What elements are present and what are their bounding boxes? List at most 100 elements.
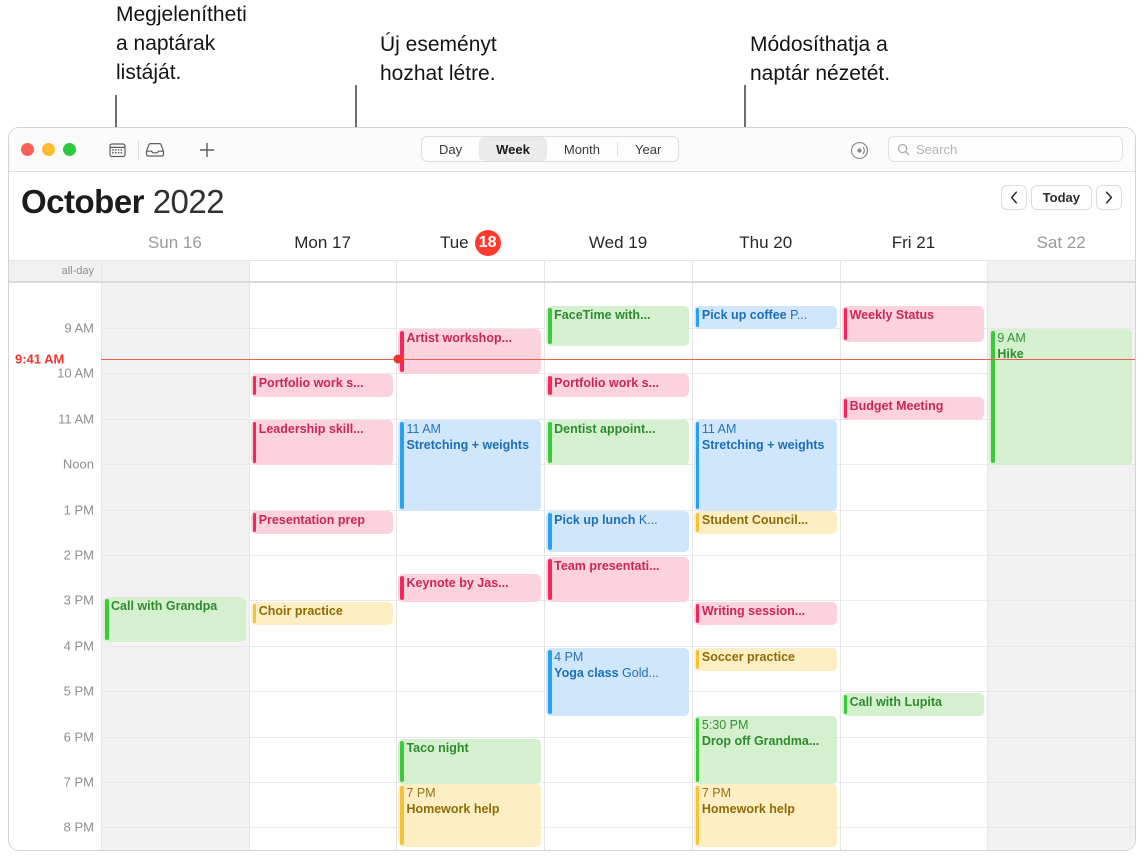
calendar-event[interactable]: Artist workshop... — [398, 329, 542, 374]
day-header-tue[interactable]: Tue 18 — [396, 226, 544, 260]
calendar-event[interactable]: FaceTime with... — [546, 306, 689, 346]
header-gutter — [9, 226, 101, 260]
hour-gridline — [102, 782, 249, 783]
event-color-bar — [548, 422, 552, 463]
event-color-bar — [695, 786, 700, 845]
close-button[interactable] — [21, 143, 34, 156]
all-day-cell-wed[interactable] — [544, 261, 692, 281]
add-event-button[interactable] — [196, 139, 218, 161]
time-grid[interactable]: 9 AM 10 AM 11 AM Noon 1 PM 2 PM 3 PM 4 PM 5 PM 6 … — [9, 283, 1135, 850]
window-controls — [21, 143, 76, 156]
day-header-mon[interactable]: Mon 17 — [249, 226, 397, 260]
hour-gridline — [102, 509, 249, 511]
hour-label: 8 PM — [63, 819, 94, 835]
airplay-icon[interactable] — [847, 138, 871, 162]
event-title: Student Council... — [701, 513, 809, 527]
calendar-event[interactable]: Team presentati... — [546, 557, 689, 602]
current-time-label: 9:41 AM — [15, 351, 65, 367]
month-label: October — [21, 183, 145, 220]
event-title: Portfolio work s... — [258, 376, 364, 390]
calendar-event[interactable]: Pick up coffee P... — [693, 306, 837, 329]
all-day-label: all-day — [9, 261, 101, 281]
day-header-sun[interactable]: Sun 16 — [101, 226, 249, 260]
hour-gridline — [102, 736, 249, 738]
hour-label: 1 PM — [63, 502, 94, 518]
current-time-dot — [393, 354, 403, 364]
event-title: Keynote by Jas... — [406, 576, 509, 590]
view-tab-week[interactable]: Week — [479, 137, 547, 161]
day-header-wed[interactable]: Wed 19 — [544, 226, 692, 260]
calendar-event[interactable]: Leadership skill... — [250, 420, 394, 465]
hour-gridline — [249, 782, 397, 783]
calendar-event[interactable]: Student Council... — [693, 511, 837, 534]
all-day-cell-fri[interactable] — [839, 261, 988, 281]
all-day-cell-thu[interactable] — [691, 261, 840, 281]
event-title: Artist workshop... — [406, 331, 513, 345]
hour-gridline — [545, 645, 692, 647]
calendar-event[interactable]: Call with Grandpa — [103, 597, 246, 642]
calendar-event[interactable]: Budget Meeting — [841, 397, 985, 420]
view-segmented-control[interactable]: Day Week Month Year — [421, 136, 680, 162]
calendar-event[interactable]: 4 PM Yoga class Gold... — [546, 648, 689, 716]
event-title: Stretching + weights — [701, 437, 825, 452]
day-header-label: Wed 19 — [588, 233, 648, 252]
day-header-name: Tue — [439, 233, 469, 252]
event-time: 9 AM — [997, 331, 1026, 345]
next-week-button[interactable] — [1096, 185, 1122, 210]
view-tab-month[interactable]: Month — [547, 137, 617, 161]
previous-week-button[interactable] — [1000, 185, 1027, 210]
minimize-button[interactable] — [42, 143, 55, 156]
inbox-icon[interactable] — [144, 139, 166, 161]
calendar-event[interactable]: Presentation prep — [250, 511, 394, 534]
day-header-fri[interactable]: Fri 21 — [840, 226, 988, 260]
day-column-tue[interactable]: Artist workshop... 11 AM Stretching + weig… — [396, 283, 545, 850]
day-column-thu[interactable]: Pick up coffee P... 11 AM Stretching + wei… — [691, 283, 840, 850]
hour-gridline — [102, 328, 249, 329]
calendar-list-icon[interactable] — [106, 139, 128, 161]
event-color-bar — [252, 513, 257, 532]
calendar-event[interactable]: 7 PM Homework help — [693, 784, 837, 847]
day-column-sun[interactable]: Call with Grandpa — [101, 283, 249, 850]
view-tab-day[interactable]: Day — [422, 137, 479, 161]
calendar-event[interactable]: Pick up lunch K... — [546, 511, 689, 552]
callout-new-event: Új eseményt hozhat létre. — [380, 33, 497, 85]
calendar-event[interactable]: Writing session... — [693, 602, 837, 625]
toolbar-divider — [138, 141, 139, 159]
search-field[interactable]: Search — [888, 136, 1123, 162]
day-column-sat[interactable]: 9 AM Hike — [987, 283, 1135, 850]
calendar-event[interactable]: 5:30 PM Drop off Grandma... — [693, 716, 837, 784]
event-title: Homework help — [406, 801, 500, 816]
calendar-event[interactable]: Portfolio work s... — [250, 374, 394, 397]
day-column-mon[interactable]: Portfolio work s... Leadership skill... Pr… — [248, 283, 397, 850]
hour-gridline — [545, 782, 692, 783]
calendar-event[interactable]: Taco night — [398, 739, 542, 784]
calendar-event[interactable]: 7 PM Homework help — [398, 784, 542, 847]
calendar-event[interactable]: Keynote by Jas... — [398, 574, 542, 602]
calendar-event[interactable]: 11 AM Stretching + weights — [693, 420, 837, 511]
event-title: Leadership skill... — [258, 422, 364, 436]
view-tab-year[interactable]: Year — [618, 137, 678, 161]
calendar-event[interactable]: Call with Lupita — [841, 693, 985, 716]
day-header-sat[interactable]: Sat 22 — [987, 226, 1135, 260]
calendar-event[interactable]: 9 AM Hike — [989, 329, 1133, 465]
calendar-event[interactable]: Weekly Status — [841, 306, 985, 342]
event-location: P... — [786, 308, 808, 322]
calendar-event[interactable]: Portfolio work s... — [546, 374, 689, 397]
day-column-wed[interactable]: FaceTime with... Portfolio work s... Denti… — [544, 283, 692, 850]
hour-label: 6 PM — [63, 729, 94, 745]
all-day-cell-sat[interactable] — [987, 261, 1135, 281]
event-color-bar — [695, 604, 700, 623]
calendar-event[interactable]: Dentist appoint... — [546, 420, 689, 465]
all-day-cell-sun[interactable] — [101, 261, 249, 281]
maximize-button[interactable] — [63, 143, 76, 156]
day-column-fri[interactable]: Weekly Status Budget Meeting Call with Lup… — [839, 283, 988, 850]
event-color-bar — [548, 650, 552, 714]
all-day-cell-mon[interactable] — [248, 261, 397, 281]
calendar-event[interactable]: Soccer practice — [693, 648, 837, 671]
day-header-thu[interactable]: Thu 20 — [692, 226, 840, 260]
calendar-event[interactable]: Choir practice — [250, 602, 394, 625]
all-day-cell-tue[interactable] — [396, 261, 545, 281]
today-button[interactable]: Today — [1030, 185, 1092, 210]
calendar-event[interactable]: 11 AM Stretching + weights — [398, 420, 542, 511]
hour-gridline — [397, 691, 545, 693]
